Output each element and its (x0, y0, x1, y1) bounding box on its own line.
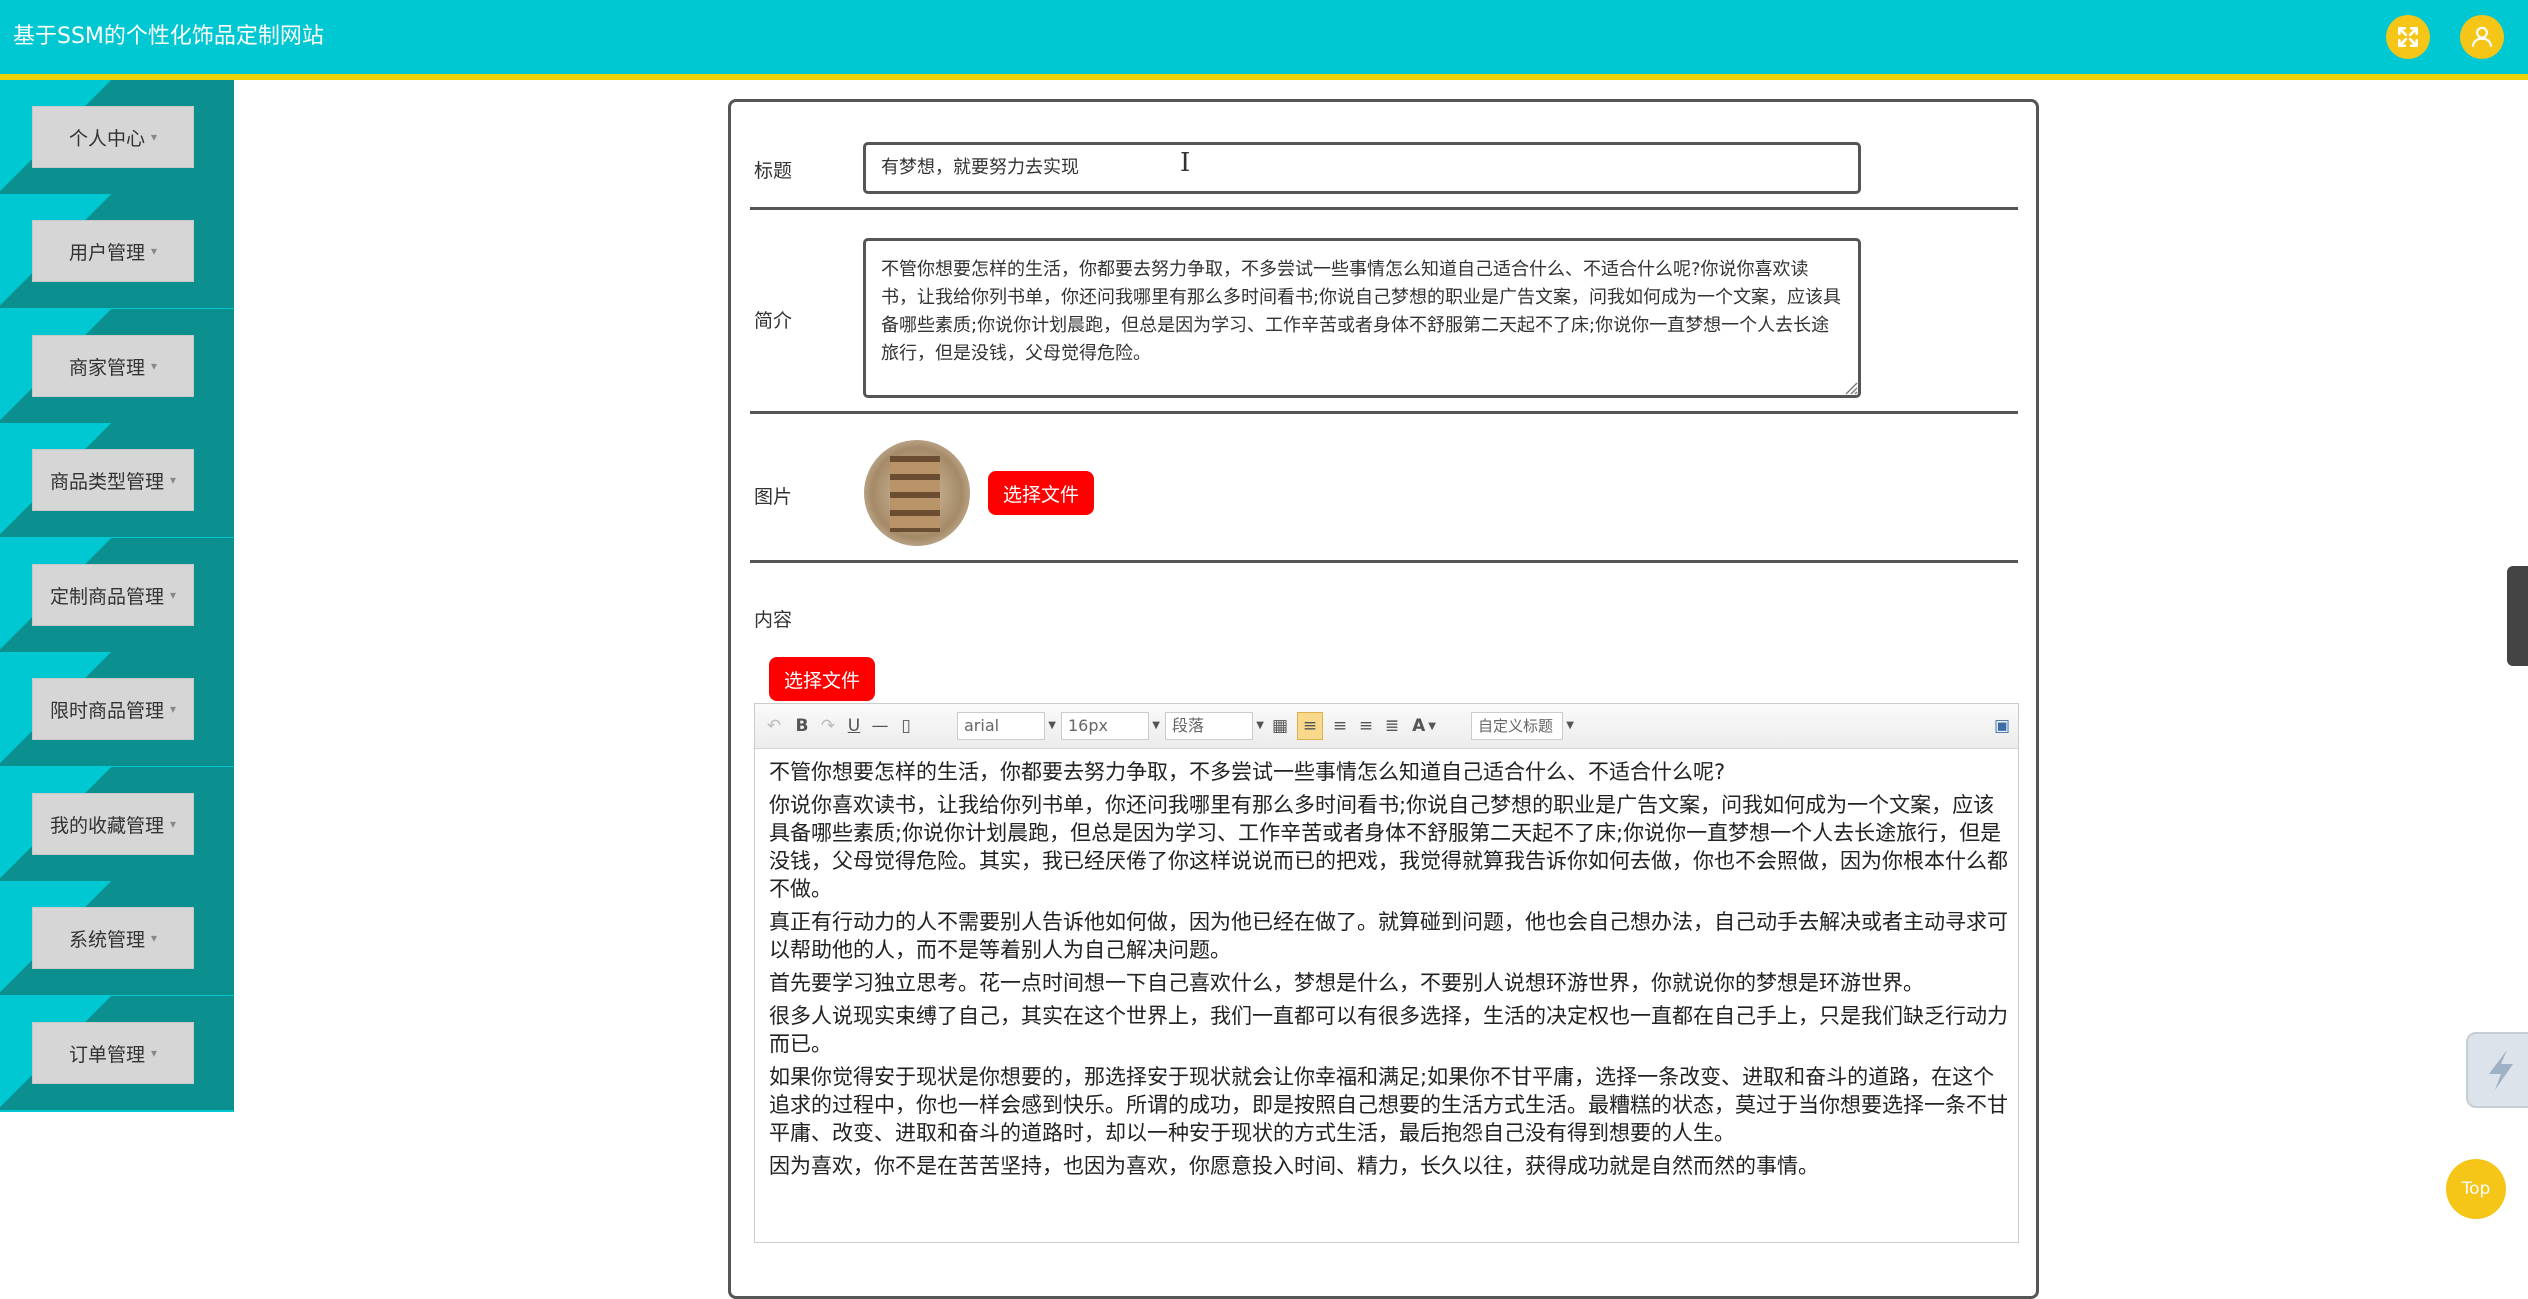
caret-down-icon: ▾ (150, 1046, 158, 1060)
undo-icon[interactable]: ↶ (763, 712, 785, 740)
image-choose-file-button[interactable]: 选择文件 (988, 471, 1094, 515)
sidebar-item-label: 定制商品管理 (49, 585, 164, 608)
fullscreen-editor-icon[interactable]: ▣ (1991, 712, 2013, 740)
content-paragraph: 如果你觉得安于现状是你想要的，那选择安于现状就会让你幸福和满足;如果你不甘平庸，… (769, 1065, 2008, 1145)
paragraph-select[interactable]: 段落 ▼ (1165, 712, 1264, 740)
sidebar-item-limited-product-management[interactable]: 限时商品管理 ▾ (0, 652, 234, 766)
sidebar: 个人中心 ▾ 用户管理 ▾ 商家管理 ▾ 商品类型管理 ▾ 定制商品管理 ▾ 限时商品管理… (0, 80, 234, 1112)
back-to-top-button[interactable]: Top (2446, 1159, 2506, 1219)
align-center-icon[interactable]: ≡ (1355, 712, 1377, 740)
content-label: 内容 (754, 609, 793, 631)
paragraph-value: 段落 (1172, 716, 1205, 735)
product-image-thumbnail (864, 440, 970, 546)
content-paragraph: 首先要学习独立思考。花一点时间想一下自己喜欢什么，梦想是什么，不要别人说想环游世… (769, 971, 1924, 995)
title-label: 标题 (754, 160, 793, 182)
caret-down-icon: ▾ (150, 130, 158, 144)
content-paragraph: 很多人说现实束缚了自己，其实在这个世界上，我们一直都可以有很多选择，生活的决定权… (769, 1004, 2008, 1056)
sidebar-item-label: 个人中心 (68, 127, 145, 150)
dropdown-arrow-icon: ▼ (1152, 720, 1160, 731)
custom-title-select[interactable]: 自定义标题 ▼ (1471, 712, 1574, 740)
sidebar-item-order-management[interactable]: 订单管理 ▾ (0, 996, 234, 1110)
sidebar-item-user-management[interactable]: 用户管理 ▾ (0, 194, 234, 308)
resize-handle-icon[interactable] (1844, 381, 1858, 395)
assistant-widget[interactable] (2466, 1032, 2528, 1108)
content-paragraph: 不管你想要怎样的生活，你都要去努力争取，不多尝试一些事情怎么知道自己适合什么、不… (769, 760, 1726, 784)
sidebar-item-label: 订单管理 (68, 1043, 145, 1066)
horizontal-rule-icon[interactable]: — (869, 712, 891, 740)
content-paragraph: 因为喜欢，你不是在苦苦坚持，也因为喜欢，你愿意投入时间、精力，长久以往，获得成功… (769, 1154, 1819, 1178)
table-icon[interactable]: ▦ (1269, 712, 1291, 740)
caret-down-icon: ▾ (169, 588, 177, 602)
divider (750, 560, 2018, 563)
align-justify-icon[interactable]: ≣ (1381, 712, 1403, 740)
font-family-value: arial (964, 716, 1000, 735)
sidebar-item-label: 系统管理 (68, 928, 145, 951)
dropdown-arrow-icon: ▼ (1256, 720, 1264, 731)
divider (750, 207, 2018, 210)
font-size-select[interactable]: 16px ▼ (1061, 712, 1160, 740)
sidebar-item-personal-center[interactable]: 个人中心 ▾ (0, 80, 234, 194)
caret-down-icon: ▾ (150, 359, 158, 373)
content-choose-file-button[interactable]: 选择文件 (769, 657, 875, 701)
align-right-icon[interactable]: ≡ (1329, 712, 1351, 740)
title-input[interactable]: 有梦想，就要努力去实现 (863, 142, 1861, 194)
font-color-icon[interactable]: A ▼ (1409, 712, 1439, 740)
editor-toolbar: ↶ B ↷ U — ▯ arial ▼ 16px ▼ 段落 ▼ ▦ ≡ ≡ ≡ ≣ A… (755, 704, 2018, 749)
intro-label: 简介 (754, 310, 793, 332)
sidebar-item-merchant-management[interactable]: 商家管理 ▾ (0, 309, 234, 423)
top-header: 基于SSM的个性化饰品定制网站 (0, 0, 2528, 80)
dropdown-arrow-icon: ▼ (1048, 720, 1056, 731)
sidebar-item-label: 我的收藏管理 (49, 814, 164, 837)
sidebar-item-system-management[interactable]: 系统管理 ▾ (0, 881, 234, 995)
caret-down-icon: ▾ (150, 931, 158, 945)
user-button[interactable] (2460, 15, 2504, 59)
sidebar-item-favorites-management[interactable]: 我的收藏管理 ▾ (0, 767, 234, 881)
app-title: 基于SSM的个性化饰品定制网站 (13, 24, 324, 49)
intro-textarea[interactable]: 不管你想要怎样的生活，你都要去努力争取，不多尝试一些事情怎么知道自己适合什么、不… (863, 238, 1861, 398)
fullscreen-icon (2398, 27, 2418, 47)
custom-title-value: 自定义标题 (1478, 717, 1554, 735)
caret-down-icon: ▾ (169, 817, 177, 831)
sidebar-item-product-type-management[interactable]: 商品类型管理 ▾ (0, 423, 234, 537)
align-left-icon[interactable]: ≡ (1297, 712, 1323, 740)
caret-down-icon: ▾ (150, 244, 158, 258)
bold-icon[interactable]: B (791, 712, 813, 740)
content-paragraph: 你说你喜欢读书，让我给你列书单，你还问我哪里有那么多时间看书;你说自己梦想的职业… (769, 793, 2008, 901)
font-size-value: 16px (1068, 716, 1108, 735)
editor-content[interactable]: 不管你想要怎样的生活，你都要去努力争取，不多尝试一些事情怎么知道自己适合什么、不… (769, 758, 2009, 1185)
sidebar-item-custom-product-management[interactable]: 定制商品管理 ▾ (0, 538, 234, 652)
caret-down-icon: ▾ (169, 702, 177, 716)
caret-down-icon: ▾ (169, 473, 177, 487)
sidebar-item-label: 商品类型管理 (49, 470, 164, 493)
lightning-icon (2489, 1050, 2513, 1090)
sidebar-item-label: 限时商品管理 (49, 699, 164, 722)
content-paragraph: 真正有行动力的人不需要别人告诉他如何做，因为他已经在做了。就算碰到问题，他也会自… (769, 910, 2008, 962)
fullscreen-button[interactable] (2386, 15, 2430, 59)
image-label: 图片 (754, 486, 793, 508)
sidebar-item-label: 商家管理 (68, 356, 145, 379)
redo-icon[interactable]: ↷ (817, 712, 839, 740)
sidebar-item-label: 用户管理 (68, 241, 145, 264)
font-family-select[interactable]: arial ▼ (957, 712, 1056, 740)
dropdown-arrow-icon: ▼ (1566, 720, 1574, 731)
side-drawer-tab[interactable] (2507, 566, 2528, 666)
paste-icon[interactable]: ▯ (895, 712, 917, 740)
underline-icon[interactable]: U (843, 712, 865, 740)
text-cursor-icon: I (1180, 148, 1191, 178)
user-icon (2471, 26, 2493, 47)
divider (750, 411, 2018, 414)
rich-text-editor: ↶ B ↷ U — ▯ arial ▼ 16px ▼ 段落 ▼ ▦ ≡ ≡ ≡ ≣ A… (754, 703, 2019, 1243)
